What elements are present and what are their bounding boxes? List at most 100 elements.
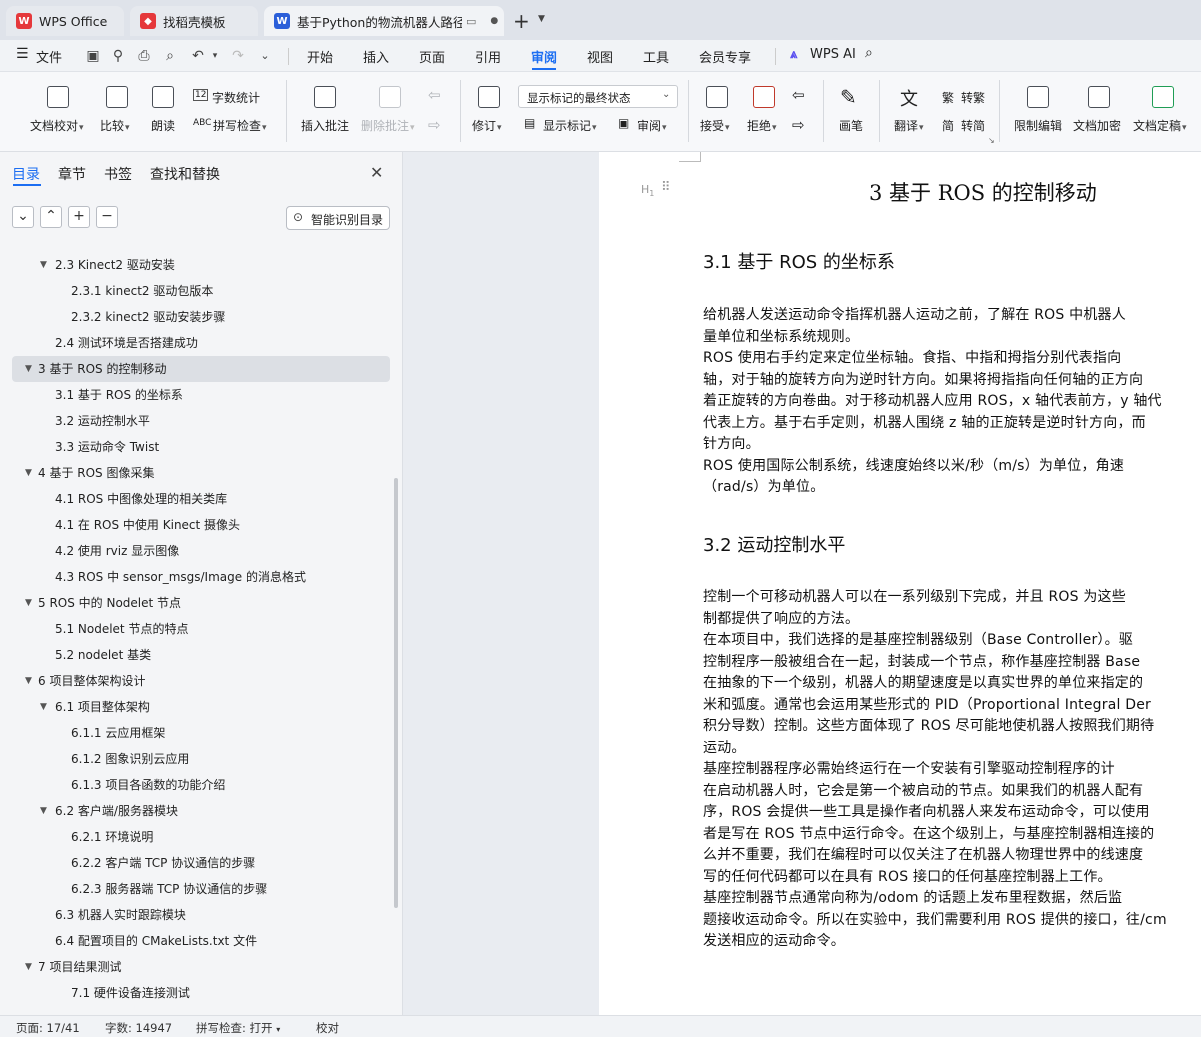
- expand-triangle-icon[interactable]: ▼: [25, 460, 32, 486]
- toc-item[interactable]: 2.3.1 kinect2 驱动包版本: [0, 278, 390, 304]
- menu-wps-ai[interactable]: WPS AI: [810, 47, 856, 62]
- toc-item[interactable]: ▼ 6.2 客户端/服务器模块: [0, 798, 390, 824]
- smart-toc-button[interactable]: ⊙ 智能识别目录: [286, 206, 390, 230]
- toc-item[interactable]: 5.2 nodelet 基类: [0, 642, 390, 668]
- toc-item[interactable]: 4.1 在 ROS 中使用 Kinect 摄像头: [0, 512, 390, 538]
- tab-toc[interactable]: 目录: [12, 164, 40, 184]
- print-preview-icon[interactable]: ⌕: [162, 48, 178, 64]
- toc-item[interactable]: 4.1 ROS 中图像处理的相关类库: [0, 486, 390, 512]
- finalize-button[interactable]: 文档定稿▾: [1133, 117, 1187, 134]
- undo-dropdown-icon[interactable]: ▾: [207, 48, 223, 64]
- translate-icon[interactable]: 文: [900, 85, 918, 111]
- previous-change-icon[interactable]: ⇦: [792, 86, 805, 104]
- menu-insert[interactable]: 插入: [363, 47, 389, 66]
- close-icon[interactable]: ✕: [370, 163, 383, 182]
- toc-item[interactable]: 6.1.2 图象识别云应用: [0, 746, 390, 772]
- tab-chapters[interactable]: 章节: [58, 164, 86, 184]
- expand-triangle-icon[interactable]: ▼: [40, 252, 47, 278]
- toc-item[interactable]: ▼ 4 基于 ROS 图像采集: [0, 460, 390, 486]
- review-pane-button[interactable]: 审阅▾: [637, 117, 667, 134]
- show-markup-icon[interactable]: ▤: [524, 116, 535, 130]
- expand-triangle-icon[interactable]: ▼: [40, 694, 47, 720]
- word-count-indicator[interactable]: 字数: 14947: [105, 1020, 172, 1036]
- expand-up-button[interactable]: ⌃: [40, 206, 62, 228]
- toc-item[interactable]: 6.1.3 项目各函数的功能介绍: [0, 772, 390, 798]
- track-changes-icon[interactable]: [478, 86, 500, 108]
- menu-file[interactable]: 文件: [36, 47, 62, 66]
- read-aloud-button[interactable]: 朗读: [151, 117, 175, 134]
- word-count-icon[interactable]: 12: [193, 89, 209, 101]
- toc-item[interactable]: 2.3.2 kinect2 驱动安装步骤: [0, 304, 390, 330]
- restrict-edit-icon[interactable]: [1027, 86, 1049, 108]
- toc-item[interactable]: 2.4 测试环境是否搭建成功: [0, 330, 390, 356]
- toc-item[interactable]: 6.3 机器人实时跟踪模块: [0, 902, 390, 928]
- toc-item[interactable]: 6.2.3 服务器端 TCP 协议通信的步骤: [0, 876, 390, 902]
- encrypt-icon[interactable]: [1088, 86, 1110, 108]
- accept-button[interactable]: 接受▾: [700, 117, 730, 134]
- search-icon[interactable]: ⌕: [865, 45, 873, 61]
- word-count-button[interactable]: 字数统计: [212, 89, 260, 106]
- menu-start[interactable]: 开始: [307, 47, 333, 66]
- menu-review[interactable]: 审阅: [531, 47, 557, 66]
- collapse-all-button[interactable]: ⌄: [12, 206, 34, 228]
- tab-daoke-templates[interactable]: ◆ 找稻壳模板: [130, 6, 258, 36]
- tab-current-document[interactable]: W 基于Python的物流机器人路径 ▭ ●: [264, 6, 504, 36]
- toc-item[interactable]: 7.1 硬件设备连接测试: [0, 980, 390, 1006]
- toc-item[interactable]: ▼ 6 项目整体架构设计: [0, 668, 390, 694]
- toc-item[interactable]: 4.3 ROS 中 sensor_msgs/Image 的消息格式: [0, 564, 390, 590]
- pen-icon[interactable]: ✎: [840, 85, 857, 109]
- review-pane-icon[interactable]: ▣: [618, 116, 629, 130]
- new-tab-icon[interactable]: +: [513, 9, 530, 33]
- share-icon[interactable]: ⚲: [110, 48, 126, 64]
- display-mode-select[interactable]: 显示标记的最终状态 ⌄: [518, 85, 678, 108]
- menu-member[interactable]: 会员专享: [699, 47, 751, 66]
- wps-ai-icon[interactable]: ⩓: [790, 47, 797, 62]
- insert-comment-button[interactable]: 插入批注: [301, 117, 349, 134]
- encrypt-button[interactable]: 文档加密: [1073, 117, 1121, 134]
- doc-proof-button[interactable]: 文档校对▾: [30, 117, 84, 134]
- toc-item[interactable]: ▼ 2.3 Kinect2 驱动安装: [0, 252, 390, 278]
- spell-check-icon[interactable]: ABC: [193, 118, 211, 128]
- toc-item[interactable]: 3.2 运动控制水平: [0, 408, 390, 434]
- to-simplified-button[interactable]: 转简: [961, 117, 985, 134]
- menu-page[interactable]: 页面: [419, 47, 445, 66]
- undo-icon[interactable]: ↶: [190, 48, 206, 64]
- toc-item[interactable]: 4.2 使用 rviz 显示图像: [0, 538, 390, 564]
- dialog-launcher-icon[interactable]: ↘: [988, 136, 995, 145]
- to-traditional-button[interactable]: 转繁: [961, 89, 985, 106]
- document-page[interactable]: H1 ⠿ 3 基于 ROS 的控制移动 3.1 基于 ROS 的坐标系 给机器人…: [599, 152, 1201, 1015]
- toc-item[interactable]: 6.2.1 环境说明: [0, 824, 390, 850]
- save-icon[interactable]: ▣: [85, 48, 101, 64]
- spell-check-indicator[interactable]: 拼写检查: 打开 ▾: [196, 1020, 280, 1036]
- compare-icon[interactable]: [106, 86, 128, 108]
- show-markup-button[interactable]: 显示标记▾: [543, 117, 597, 134]
- track-changes-button[interactable]: 修订▾: [472, 117, 502, 134]
- menu-reference[interactable]: 引用: [475, 47, 501, 66]
- expand-triangle-icon[interactable]: ▼: [40, 798, 47, 824]
- reject-button[interactable]: 拒绝▾: [747, 117, 777, 134]
- expand-triangle-icon[interactable]: ▼: [25, 356, 32, 382]
- hamburger-icon[interactable]: ☰: [16, 46, 29, 62]
- heading-style-icon[interactable]: H1: [641, 183, 654, 198]
- tab-bookmarks[interactable]: 书签: [104, 164, 132, 184]
- proof-indicator[interactable]: 校对: [316, 1020, 339, 1036]
- reject-icon[interactable]: [753, 86, 775, 108]
- remove-heading-button[interactable]: −: [96, 206, 118, 228]
- toc-item[interactable]: ▼ 7 项目结果测试: [0, 954, 390, 980]
- chevron-down-icon[interactable]: ▼: [538, 14, 545, 24]
- restrict-edit-button[interactable]: 限制编辑: [1014, 117, 1062, 134]
- expand-triangle-icon[interactable]: ▼: [25, 954, 32, 980]
- toc-item[interactable]: ▼ 3 基于 ROS 的控制移动: [12, 356, 390, 382]
- expand-triangle-icon[interactable]: ▼: [25, 668, 32, 694]
- tab-wps-office[interactable]: W WPS Office: [6, 6, 124, 36]
- spell-check-button[interactable]: 拼写检查▾: [213, 117, 267, 134]
- unsaved-dot-icon[interactable]: ●: [490, 16, 498, 26]
- expand-triangle-icon[interactable]: ▼: [25, 590, 32, 616]
- menu-view[interactable]: 视图: [587, 47, 613, 66]
- toc-item[interactable]: 3.3 运动命令 Twist: [0, 434, 390, 460]
- next-change-icon[interactable]: ⇨: [792, 116, 805, 134]
- pen-button[interactable]: 画笔: [839, 117, 863, 134]
- toc-item[interactable]: 6.2.2 客户端 TCP 协议通信的步骤: [0, 850, 390, 876]
- print-icon[interactable]: ⎙: [136, 48, 152, 64]
- read-aloud-icon[interactable]: [152, 86, 174, 108]
